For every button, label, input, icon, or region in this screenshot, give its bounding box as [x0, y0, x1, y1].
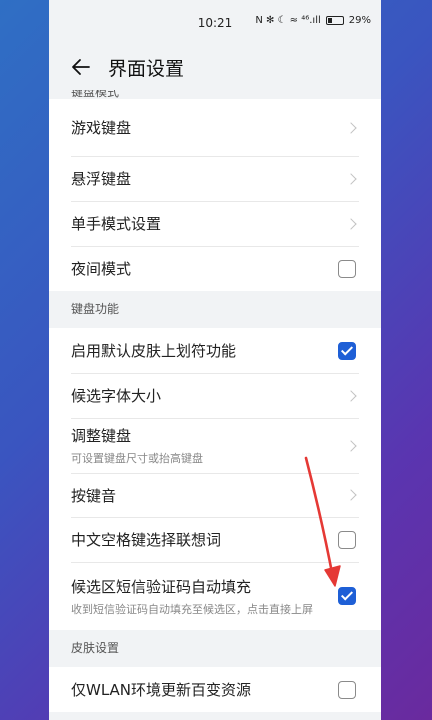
- chevron-right-icon: [345, 389, 357, 402]
- item-title: 调整键盘: [71, 427, 132, 445]
- section-header-skin: 皮肤设置: [49, 630, 381, 667]
- chevron-right-icon: [345, 217, 357, 230]
- app-bar: 界面设置: [49, 46, 381, 90]
- list-item-swipe-symbols[interactable]: 启用默认皮肤上划符功能: [49, 328, 381, 373]
- page-title: 界面设置: [108, 58, 185, 80]
- item-title: 单手模式设置: [71, 215, 162, 233]
- settings-list: 键盘模式 游戏键盘 悬浮键盘 单手模式设置 夜间模式 键盘功能 启用默认皮肤上划…: [49, 90, 381, 712]
- status-icons: N ✻ ☾ ≈ ⁴⁶.ıll 29%: [255, 15, 371, 26]
- list-item-candidate-font-size[interactable]: 候选字体大小: [49, 373, 381, 418]
- chevron-right-icon: [345, 121, 357, 134]
- list-item-floating-keyboard[interactable]: 悬浮键盘: [49, 156, 381, 201]
- keyboard-function-card: 启用默认皮肤上划符功能 候选字体大小 调整键盘 可设置键盘尺寸或抬高键盘 按键音…: [49, 328, 381, 630]
- list-item-night-mode[interactable]: 夜间模式: [49, 246, 381, 291]
- list-item-game-keyboard[interactable]: 游戏键盘: [49, 99, 381, 156]
- item-title: 候选字体大小: [71, 387, 162, 405]
- signal-icons: N ✻ ☾ ≈ ⁴⁶.ıll: [255, 15, 321, 26]
- list-item-key-sound[interactable]: 按键音: [49, 473, 381, 517]
- battery-icon: [325, 16, 344, 25]
- item-title: 仅WLAN环境更新百变资源: [71, 681, 252, 699]
- section-header-keyboard-function: 键盘功能: [49, 291, 381, 328]
- space-select-checkbox[interactable]: [338, 530, 356, 549]
- sms-autofill-checkbox[interactable]: [338, 587, 356, 605]
- chevron-right-icon: [345, 172, 357, 185]
- back-arrow-icon[interactable]: [69, 55, 93, 79]
- skin-card: 仅WLAN环境更新百变资源: [49, 667, 381, 712]
- item-title: 中文空格键选择联想词: [71, 531, 222, 549]
- item-title: 启用默认皮肤上划符功能: [71, 342, 237, 360]
- status-bar: 10:21 N ✻ ☾ ≈ ⁴⁶.ıll 29%: [49, 0, 381, 46]
- item-title: 悬浮键盘: [71, 170, 132, 188]
- list-item-sms-code-autofill[interactable]: 候选区短信验证码自动填充 收到短信验证码自动填充至候选区，点击直接上屏: [49, 562, 381, 630]
- night-mode-checkbox[interactable]: [338, 259, 356, 278]
- item-title: 游戏键盘: [71, 119, 132, 137]
- item-title: 夜间模式: [71, 260, 132, 278]
- section-header-keyboard-mode: 键盘模式: [49, 90, 381, 99]
- chevron-right-icon: [345, 489, 357, 501]
- list-item-wlan-update[interactable]: 仅WLAN环境更新百变资源: [49, 667, 381, 712]
- chevron-right-icon: [345, 439, 357, 452]
- battery-percent: 29%: [348, 15, 371, 26]
- list-item-one-hand-mode[interactable]: 单手模式设置: [49, 201, 381, 246]
- item-subtitle: 收到短信验证码自动填充至候选区，点击直接上屏: [71, 602, 313, 616]
- keyboard-mode-card: 游戏键盘 悬浮键盘 单手模式设置 夜间模式: [49, 99, 381, 291]
- swipe-symbols-checkbox[interactable]: [338, 341, 356, 360]
- phone-screen: 10:21 N ✻ ☾ ≈ ⁴⁶.ıll 29% 界面设置 键盘模式 游戏键盘 …: [49, 0, 381, 720]
- item-subtitle: 可设置键盘尺寸或抬高键盘: [71, 452, 203, 465]
- wlan-update-checkbox[interactable]: [338, 680, 356, 699]
- item-title: 按键音: [71, 486, 117, 505]
- list-item-adjust-keyboard[interactable]: 调整键盘 可设置键盘尺寸或抬高键盘: [49, 418, 381, 473]
- list-item-space-select-word[interactable]: 中文空格键选择联想词: [49, 517, 381, 562]
- section-label: 键盘模式: [71, 90, 120, 99]
- item-title: 候选区短信验证码自动填充: [71, 577, 252, 596]
